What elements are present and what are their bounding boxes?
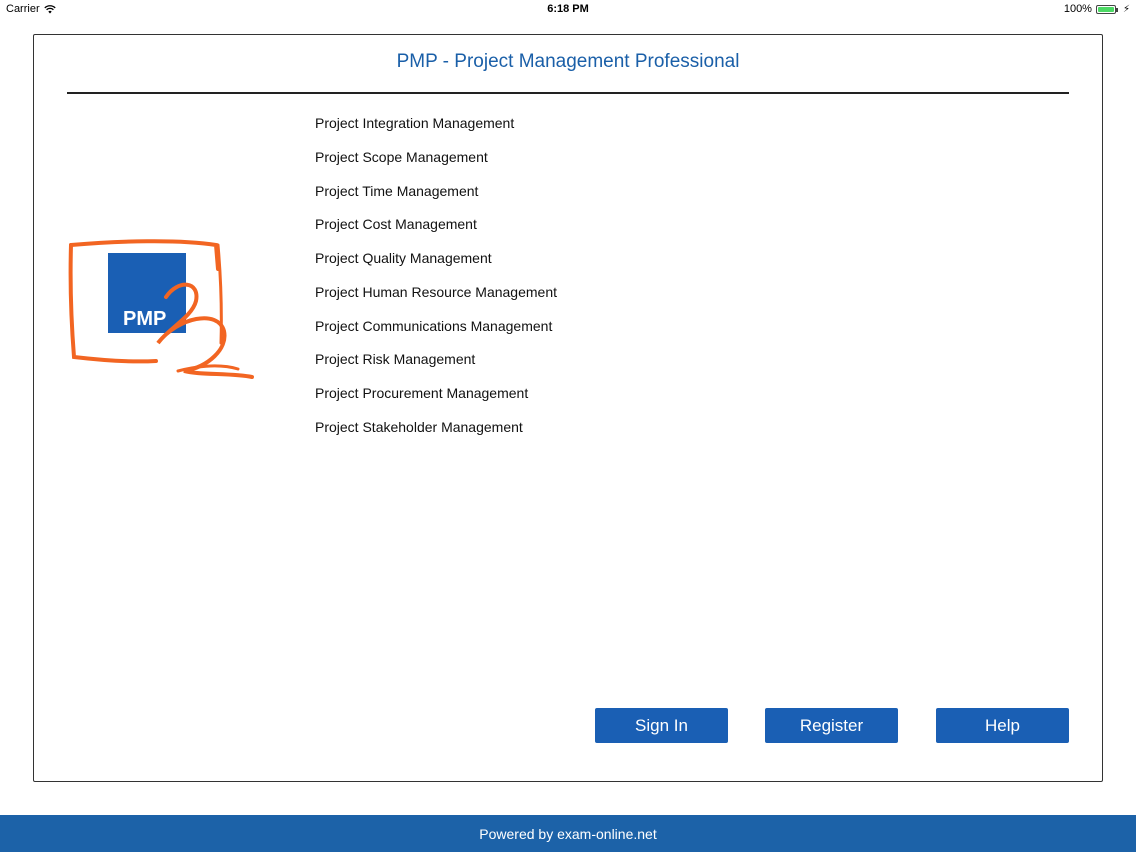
main-panel: PMP - Project Management Professional PM… bbox=[33, 34, 1103, 782]
list-item[interactable]: Project Scope Management bbox=[315, 147, 557, 181]
list-item[interactable]: Project Risk Management bbox=[315, 349, 557, 383]
list-item[interactable]: Project Cost Management bbox=[315, 214, 557, 248]
title-divider bbox=[67, 92, 1069, 94]
pmp-logo: PMP bbox=[68, 239, 254, 379]
page-title: PMP - Project Management Professional bbox=[396, 51, 740, 72]
topic-list: Project Integration Management Project S… bbox=[315, 113, 557, 451]
sign-in-button[interactable]: Sign In bbox=[595, 708, 728, 743]
battery-percent: 100% bbox=[1063, 3, 1092, 15]
list-item[interactable]: Project Quality Management bbox=[315, 248, 557, 282]
list-item[interactable]: Project Integration Management bbox=[315, 113, 557, 147]
charging-icon: ⚡ bbox=[1122, 3, 1130, 15]
list-item[interactable]: Project Human Resource Management bbox=[315, 282, 557, 316]
status-time: 6:18 PM bbox=[547, 3, 589, 15]
battery-icon bbox=[1095, 4, 1118, 14]
register-button[interactable]: Register bbox=[765, 708, 898, 743]
help-button[interactable]: Help bbox=[936, 708, 1069, 743]
list-item[interactable]: Project Stakeholder Management bbox=[315, 417, 557, 451]
footer: Powered by exam-online.net bbox=[0, 815, 1136, 852]
logo-text: PMP bbox=[123, 308, 166, 330]
list-item[interactable]: Project Time Management bbox=[315, 181, 557, 215]
list-item[interactable]: Project Procurement Management bbox=[315, 383, 557, 417]
status-bar: Carrier 6:18 PM 100% ⚡ bbox=[0, 0, 1136, 18]
status-battery-group: 100% ⚡ bbox=[1064, 3, 1130, 15]
list-item[interactable]: Project Communications Management bbox=[315, 316, 557, 350]
footer-text: Powered by exam-online.net bbox=[479, 825, 657, 842]
